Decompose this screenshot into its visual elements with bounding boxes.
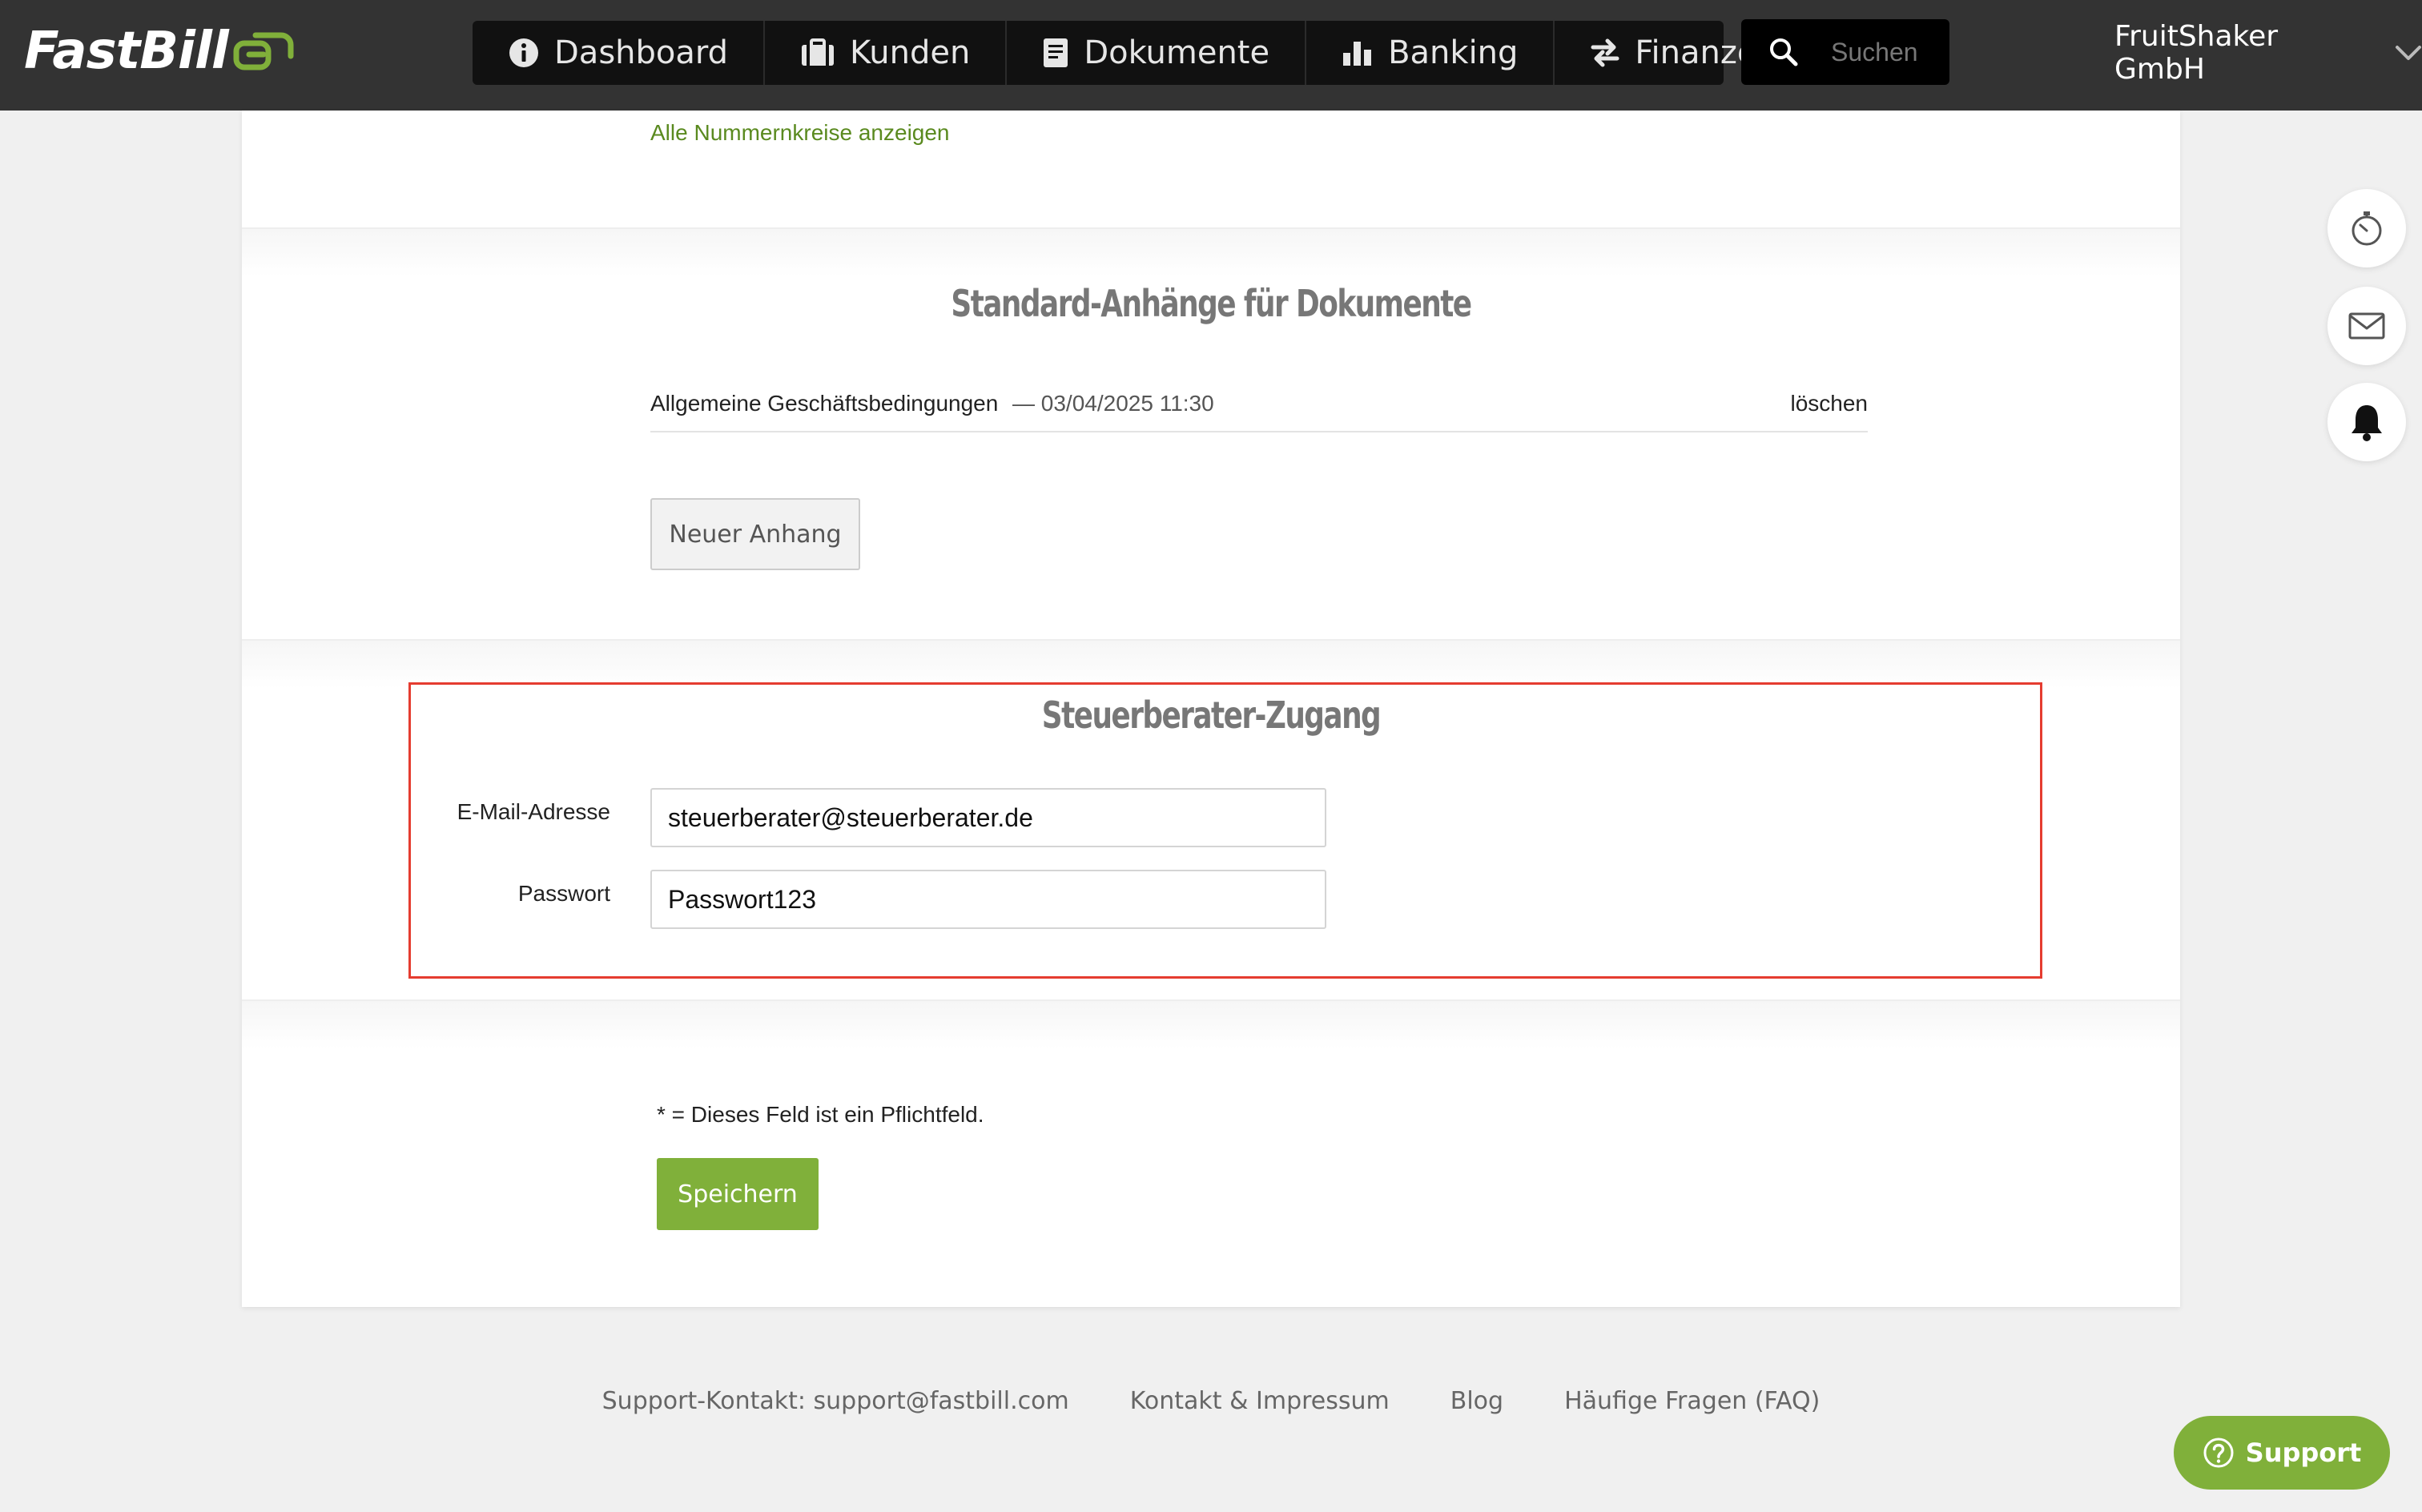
save-section [242, 999, 2180, 1305]
main-nav: Dashboard Kunden Dokumente Banking Finan… [473, 21, 1777, 85]
logo-wordmark: FastBill [24, 22, 229, 81]
nav-item-dashboard[interactable]: Dashboard [473, 21, 766, 85]
chevron-down-icon [2396, 46, 2422, 60]
search-input[interactable] [1831, 37, 1935, 67]
time-tracking-button[interactable] [2327, 189, 2406, 267]
delete-attachment-link[interactable]: löschen [1790, 391, 1868, 416]
info-icon [509, 38, 538, 67]
nav-item-kunden[interactable]: Kunden [765, 21, 1008, 85]
nav-item-banking[interactable]: Banking [1306, 21, 1555, 85]
support-button[interactable]: Support [2174, 1416, 2390, 1490]
footer-faq-link[interactable]: Häufige Fragen (FAQ) [1564, 1387, 1820, 1415]
top-navigation-bar: FastBill Dashboard Kunden Dokumente Bank… [0, 0, 2422, 111]
attachments-title: Standard-Anhänge für Dokumente [951, 282, 1472, 325]
transfer-arrows-icon [1591, 38, 1619, 67]
attachment-row: Allgemeine Geschäftsbedingungen — 03/04/… [650, 384, 1868, 432]
notifications-button[interactable] [2327, 383, 2406, 461]
attachments-section: Standard-Anhänge für Dokumente Allgemein… [242, 227, 2180, 653]
required-field-note: * = Dieses Feld ist ein Pflichtfeld. [657, 1102, 984, 1127]
page-footer: Support-Kontakt: support@fastbill.com Ko… [0, 1381, 2422, 1421]
search-box [1741, 19, 1949, 85]
logo-mark-icon [233, 32, 294, 70]
footer-imprint-link[interactable]: Kontakt & Impressum [1130, 1387, 1390, 1415]
messages-button[interactable] [2327, 287, 2406, 365]
support-label: Support [2245, 1438, 2362, 1468]
company-name: FruitShaker GmbH [2114, 20, 2279, 86]
show-number-ranges-link[interactable]: Alle Nummernkreise anzeigen [650, 120, 950, 146]
nav-label: Kunden [850, 34, 971, 71]
number-ranges-section: Alle Nummernkreise anzeigen [242, 111, 2180, 227]
mail-icon [2348, 312, 2385, 340]
nav-label: Dashboard [554, 34, 729, 71]
bar-chart-icon [1343, 42, 1372, 66]
fastbill-logo[interactable]: FastBill [24, 19, 296, 83]
nav-label: Banking [1388, 34, 1519, 71]
attachment-date: — 03/04/2025 11:30 [1012, 391, 1214, 416]
new-attachment-button[interactable]: Neuer Anhang [650, 498, 860, 570]
save-button[interactable]: Speichern [657, 1158, 819, 1230]
footer-support-contact-link[interactable]: Support-Kontakt: support@fastbill.com [602, 1387, 1069, 1415]
attachment-name[interactable]: Allgemeine Geschäftsbedingungen [650, 391, 998, 416]
search-icon[interactable] [1768, 37, 1799, 67]
company-switcher[interactable]: FruitShaker GmbH [2114, 20, 2422, 86]
nav-label: Dokumente [1084, 34, 1270, 71]
bell-icon [2352, 405, 2382, 441]
stopwatch-icon [2352, 211, 2382, 246]
footer-blog-link[interactable]: Blog [1450, 1387, 1503, 1415]
highlight-frame [408, 682, 2042, 979]
document-icon [1044, 38, 1068, 67]
briefcase-icon [802, 38, 835, 66]
nav-item-dokumente[interactable]: Dokumente [1007, 21, 1307, 85]
question-circle-icon [2203, 1438, 2234, 1468]
